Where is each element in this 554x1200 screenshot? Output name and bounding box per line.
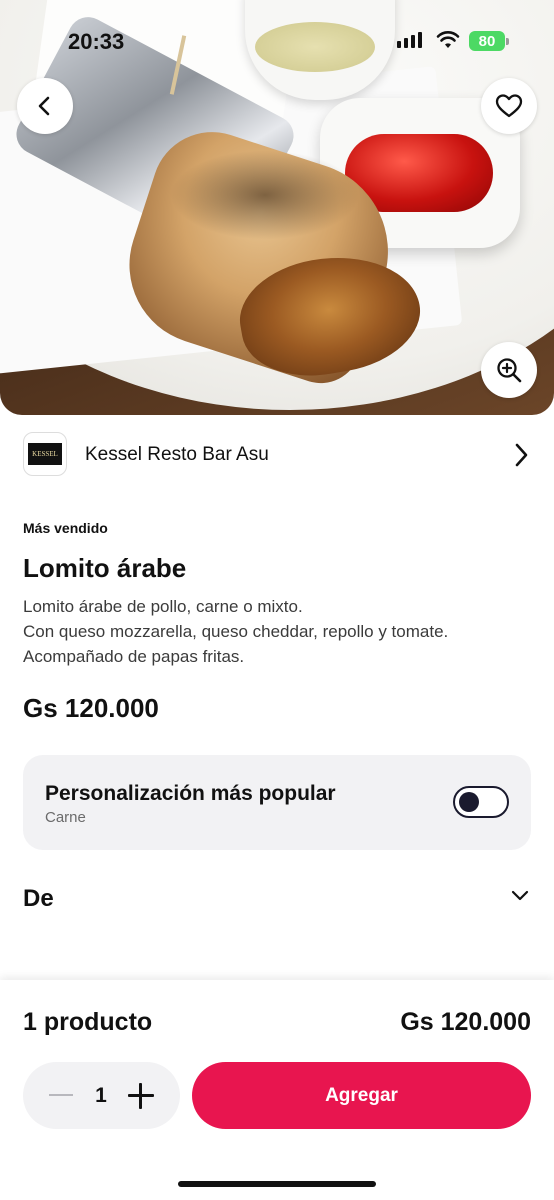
wifi-icon (436, 31, 460, 48)
store-row[interactable]: KESSEL Kessel Resto Bar Asu (0, 430, 554, 480)
zoom-button[interactable] (481, 342, 537, 398)
bottom-bar: 1 producto Gs 120.000 1 Agregar (0, 980, 554, 1200)
store-name: Kessel Resto Bar Asu (85, 444, 269, 465)
store-logo-text: KESSEL (28, 443, 62, 465)
store-logo: KESSEL (23, 432, 67, 476)
favorite-button[interactable] (481, 78, 537, 134)
status-bar: 20:33 80 (0, 0, 554, 80)
add-to-cart-button[interactable]: Agregar (192, 1062, 531, 1129)
grill-marks (170, 150, 360, 240)
quantity-value: 1 (95, 1084, 107, 1107)
chevron-down-icon[interactable] (510, 886, 530, 906)
description-line: Con queso mozzarella, queso cheddar, rep… (23, 622, 449, 641)
decrement-button[interactable] (49, 1094, 73, 1096)
back-button[interactable] (17, 78, 73, 134)
toggle-knob (459, 791, 479, 812)
description-line: Acompañado de papas fritas. (23, 647, 245, 666)
zoom-in-icon (497, 358, 522, 383)
product-title: Lomito árabe (23, 553, 187, 583)
popular-customization-card[interactable]: Personalización más popular Carne (23, 755, 531, 850)
chevron-right-icon (515, 443, 528, 467)
battery-level: 80 (478, 32, 496, 50)
product-count: 1 producto (23, 1008, 153, 1036)
customization-subtitle: Carne (45, 809, 86, 826)
quantity-stepper: 1 (23, 1062, 180, 1129)
product-price: Gs 120.000 (23, 693, 159, 723)
chevron-left-icon (38, 96, 50, 116)
customization-toggle[interactable] (453, 786, 509, 818)
description-line: Lomito árabe de pollo, carne o mixto. (23, 597, 303, 616)
section-de-header[interactable]: De (23, 885, 54, 913)
increment-button[interactable] (127, 1082, 155, 1110)
home-indicator (178, 1181, 376, 1187)
customization-title: Personalización más popular (45, 782, 336, 805)
heart-icon (495, 94, 523, 118)
battery-icon: 80 (469, 31, 509, 51)
order-total: Gs 120.000 (400, 1008, 531, 1036)
status-time: 20:33 (68, 29, 125, 54)
product-description: Lomito árabe de pollo, carne o mixto. Co… (23, 594, 543, 669)
bestseller-badge: Más vendido (23, 520, 108, 536)
cellular-signal-icon (397, 32, 422, 48)
